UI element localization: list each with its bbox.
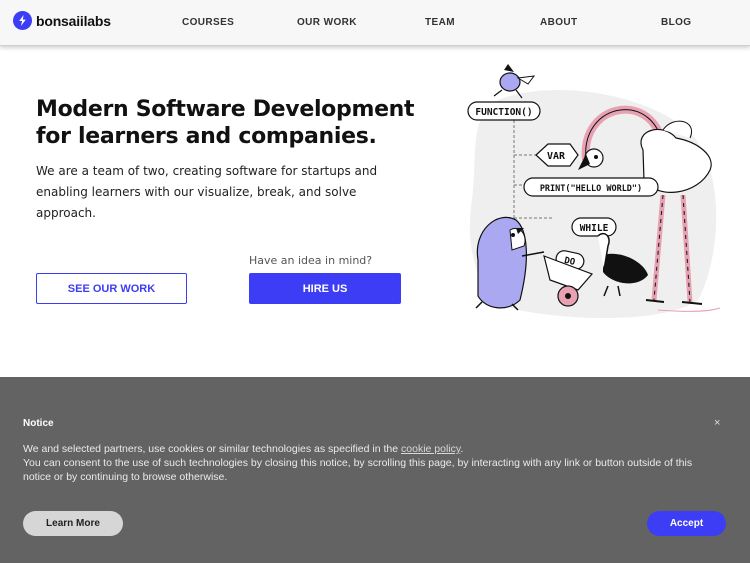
while-label: WHILE	[571, 217, 617, 237]
hire-us-button[interactable]: HIRE US	[249, 273, 401, 304]
nav-our-work[interactable]: OUR WORK	[297, 17, 357, 28]
cookie-text-period: .	[460, 443, 464, 455]
cookie-title: Notice	[23, 418, 54, 429]
print-label: PRINT("HELLO WORLD")	[523, 177, 659, 197]
hero-description: We are a team of two, creating software …	[36, 164, 378, 220]
accept-button[interactable]: Accept	[647, 511, 726, 536]
cookie-policy-link[interactable]: cookie policy	[401, 443, 460, 455]
nav-about[interactable]: ABOUT	[540, 17, 578, 28]
nav-team[interactable]: TEAM	[425, 17, 455, 28]
function-label: FUNCTION()	[467, 101, 541, 121]
hire-hint: Have an idea in mind?	[249, 254, 373, 267]
learn-more-button[interactable]: Learn More	[23, 511, 123, 536]
hero-title: Modern Software Development for learners…	[36, 97, 415, 149]
brand-logo[interactable]: bonsaiilabs	[13, 11, 111, 30]
cookie-text: We and selected partners, use cookies or…	[23, 442, 713, 484]
function-label-text: FUNCTION()	[475, 107, 532, 118]
close-icon[interactable]: ×	[714, 417, 720, 429]
nav-blog[interactable]: BLOG	[661, 17, 692, 28]
print-label-text: PRINT("HELLO WORLD")	[540, 184, 642, 194]
nav-courses[interactable]: COURSES	[182, 17, 234, 28]
see-our-work-button[interactable]: SEE OUR WORK	[36, 273, 187, 304]
while-label-text: WHILE	[580, 223, 609, 234]
hero-illustration: FUNCTION() VAR PRINT("HELLO WORLD") WHIL…	[467, 64, 721, 319]
brand-name: bonsaiilabs	[36, 12, 111, 29]
bolt-icon	[13, 11, 32, 30]
cookie-text-intro: We and selected partners, use cookies or…	[23, 443, 402, 455]
cookie-banner: Notice × We and selected partners, use c…	[0, 377, 750, 563]
var-label-text: VAR	[547, 151, 566, 162]
top-navbar: bonsaiilabs COURSES OUR WORK TEAM ABOUT …	[0, 0, 750, 46]
cookie-text-consent: You can consent to the use of such techn…	[23, 457, 693, 483]
